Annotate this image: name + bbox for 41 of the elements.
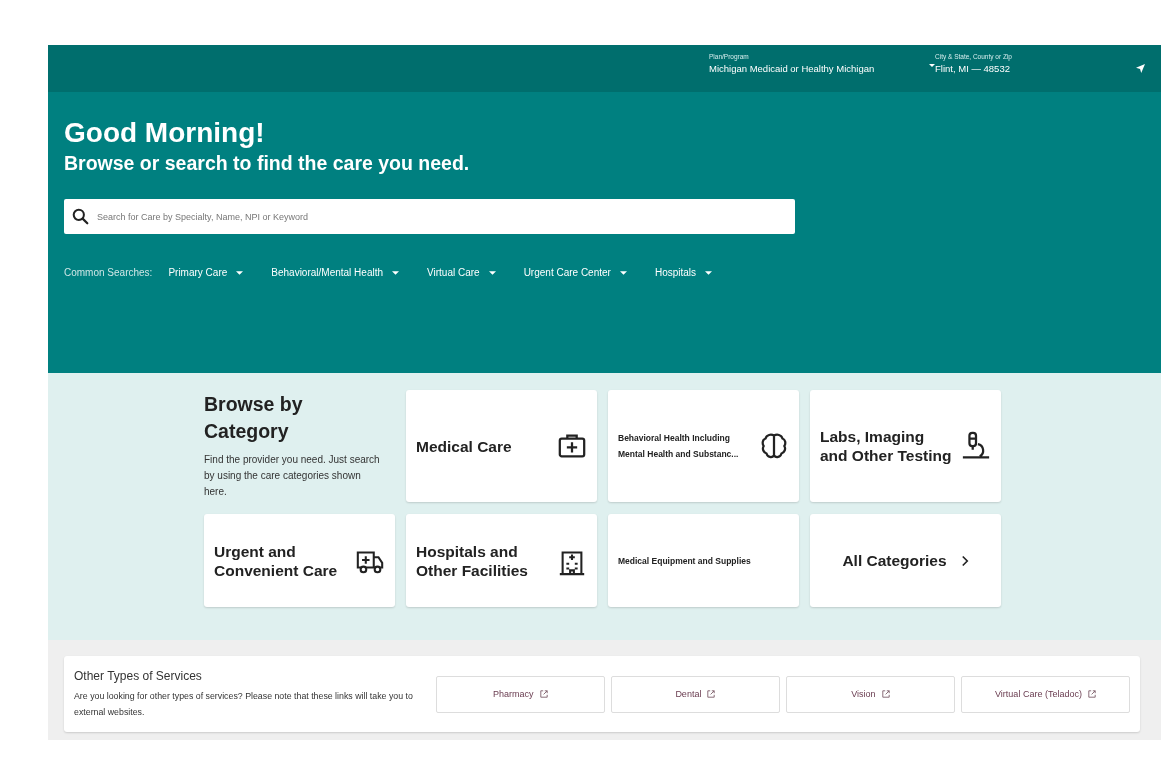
subtitle: Browse or search to find the care you need. bbox=[64, 151, 471, 176]
external-link-icon bbox=[1087, 690, 1096, 698]
external-link-icon bbox=[881, 690, 890, 698]
common-search-dropdown[interactable]: Primary Care bbox=[168, 267, 244, 278]
category-card[interactable]: Medical Care bbox=[406, 390, 597, 502]
browse-title: Browse by Category bbox=[204, 392, 304, 444]
caret-icon bbox=[929, 64, 935, 67]
location-arrow-icon[interactable] bbox=[1136, 64, 1145, 73]
other-services-description: Are you looking for other types of services? Please note that these links will take you to external websites. bbox=[74, 689, 414, 719]
caret-icon bbox=[705, 270, 713, 275]
category-card[interactable]: Hospitals and Other Facilities bbox=[406, 514, 597, 607]
external-link-button[interactable]: Virtual Care (Teladoc) bbox=[960, 675, 1130, 713]
caret-icon bbox=[488, 270, 496, 275]
common-searches-label: Common Searches: bbox=[64, 267, 153, 278]
category-card[interactable]: Labs, Imaging and Other Testing bbox=[810, 390, 1001, 502]
common-search-dropdown[interactable]: Urgent Care Center bbox=[523, 267, 627, 278]
caret-icon bbox=[236, 270, 244, 275]
category-card[interactable]: Medical Equipment and Supplies bbox=[608, 514, 799, 607]
brain-icon bbox=[759, 431, 789, 461]
category-card[interactable]: Behavioral Health Including Mental Health and Substanc... bbox=[608, 390, 799, 502]
microscope-icon bbox=[961, 431, 991, 461]
greeting: Good Morning! bbox=[64, 116, 266, 150]
common-search-dropdown[interactable]: Virtual Care bbox=[427, 267, 496, 278]
browse-description: Find the provider you need. Just search by using the care categories shown here. bbox=[204, 453, 381, 499]
chevron-right-icon bbox=[960, 554, 969, 567]
external-link-button[interactable]: Pharmacy bbox=[435, 675, 605, 713]
category-card[interactable]: All Categories bbox=[810, 514, 1001, 607]
category-card[interactable]: Urgent and Convenient Care bbox=[204, 514, 395, 607]
caret-icon bbox=[392, 270, 399, 275]
external-link-icon bbox=[707, 690, 716, 698]
other-services-title: Other Types of Services bbox=[74, 668, 203, 683]
caret-icon bbox=[619, 270, 627, 275]
location-field[interactable]: Flint, MI — 48532 bbox=[935, 63, 1010, 74]
search-field[interactable]: Search for Care by Specialty, Name, NPI or Keyword bbox=[64, 199, 795, 234]
external-link-button[interactable]: Vision bbox=[785, 675, 955, 713]
plan-dropdown[interactable]: Michigan Medicaid or Healthy Michigan bbox=[709, 63, 875, 74]
common-search-dropdown[interactable]: Hospitals bbox=[654, 267, 713, 278]
external-link-icon bbox=[539, 690, 548, 698]
search-icon bbox=[72, 208, 89, 225]
common-search-dropdown[interactable]: Behavioral/Mental Health bbox=[271, 267, 399, 278]
external-link-button[interactable]: Dental bbox=[610, 675, 780, 713]
